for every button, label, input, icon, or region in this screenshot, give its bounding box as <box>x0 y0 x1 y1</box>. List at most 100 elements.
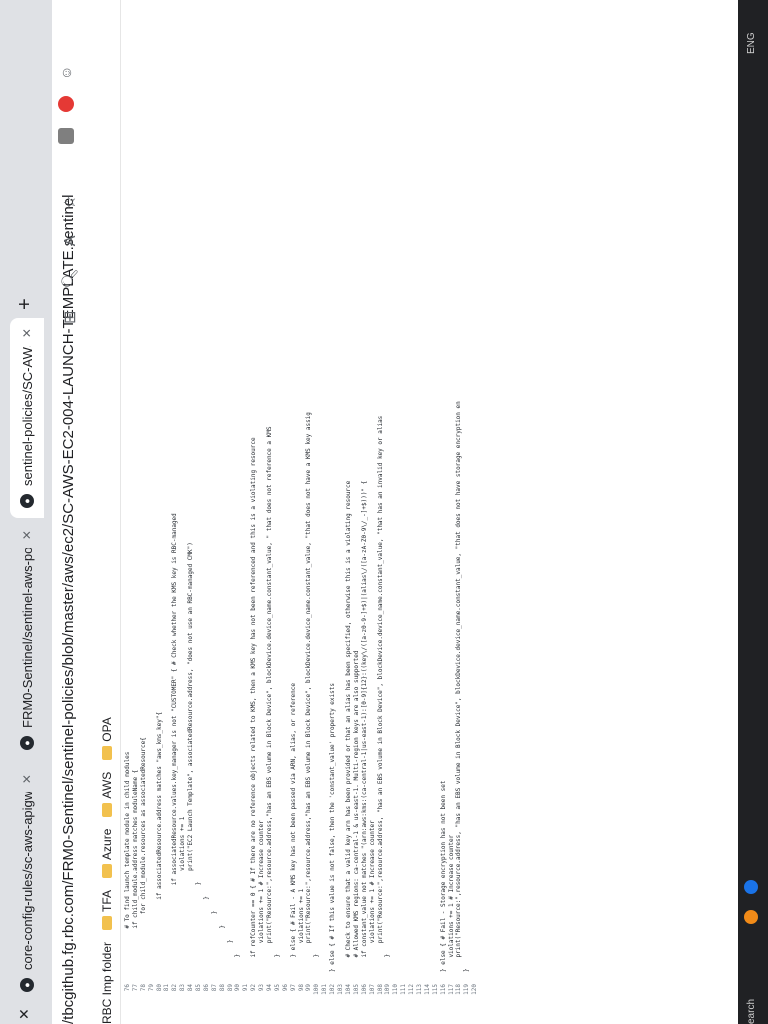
code-line: } <box>218 925 226 972</box>
line-number: 86 <box>202 984 210 992</box>
close-icon[interactable]: ✕ <box>16 1008 33 1020</box>
line-number: 93 <box>258 984 266 992</box>
code-line: print("Resource:",resource.address, "has… <box>455 401 463 972</box>
line-number: 78 <box>139 984 147 992</box>
line-number: 89 <box>226 984 234 992</box>
code-line: # Check to ensure that a valid key arn h… <box>344 480 352 972</box>
code-lines: # To find launch template module in chil… <box>124 12 479 972</box>
line-number: 79 <box>147 984 155 992</box>
code-line: violations += 1 <box>297 888 305 972</box>
line-number: 87 <box>210 984 218 992</box>
line-number: 106 <box>360 984 368 995</box>
tab-sentinel-policies[interactable]: ● sentinel-policies/SC-AWS-EC2-0 ✕ <box>10 318 44 518</box>
code-line: for child_module.resources as associated… <box>139 737 147 972</box>
tab-strip: ✕ ● core-config-rules/sc-aws-apigw ✕ ● F… <box>0 0 52 1024</box>
line-number: 102 <box>329 984 337 995</box>
code-line: if associatedResource.address matches "a… <box>155 711 163 972</box>
code-line: violations += 1 <box>179 816 187 972</box>
code-line: print("EC2 Launch Template", associatedR… <box>187 542 195 972</box>
new-tab-button[interactable]: + <box>14 298 37 310</box>
profile-icon[interactable]: ☺ <box>58 66 74 80</box>
bookmark-opa[interactable]: OPA <box>100 717 114 760</box>
address-bar: /tbcgithub.fg.rbc.com/FRM0-Sentinel/sent… <box>52 0 92 1024</box>
address-bar-actions: ⊞ 🔍︎ Aᐧ ☆ <box>60 195 80 324</box>
close-icon[interactable]: ✕ <box>20 774 34 784</box>
code-line: if refCounter == 0 { # If there are no r… <box>250 437 258 972</box>
line-number: 105 <box>352 984 360 995</box>
code-line: } <box>195 881 203 972</box>
app-icon[interactable] <box>744 910 758 924</box>
close-icon[interactable]: ✕ <box>20 328 34 338</box>
line-number: 104 <box>344 984 352 995</box>
record-icon[interactable] <box>58 96 74 112</box>
folder-icon <box>102 915 112 930</box>
taskbar-search[interactable]: earch <box>746 999 757 1024</box>
line-number: 90 <box>234 984 242 992</box>
line-number: 117 <box>447 984 455 995</box>
github-icon: ● <box>20 494 34 508</box>
line-number: 119 <box>463 984 471 995</box>
favorite-star-icon[interactable]: ☆ <box>60 195 80 209</box>
bookmark-azure[interactable]: Azure <box>100 829 114 878</box>
code-line: violations += 1 # Increase counter <box>258 820 266 972</box>
bookmark-aws[interactable]: AWS <box>100 772 114 817</box>
line-number: 84 <box>187 984 195 992</box>
line-number: 96 <box>281 984 289 992</box>
line-number: 85 <box>195 984 203 992</box>
bookmark-tfa[interactable]: TFA <box>100 890 114 930</box>
folder-icon <box>102 863 112 878</box>
code-line: } else { # Fail - A KMS key has not been… <box>289 683 297 972</box>
extension-icon[interactable] <box>58 128 74 144</box>
tab-frm0-sentinel[interactable]: ● FRM0-Sentinel/sentinel-aws-pol ✕ <box>10 520 44 760</box>
code-line: # Allowed KMS regions: ca-central-1 & us… <box>352 650 360 972</box>
code-line: if associatedResource.values.key_manager… <box>171 513 179 972</box>
line-number: 114 <box>423 984 431 995</box>
line-number: 82 <box>171 984 179 992</box>
grid-icon[interactable]: ⊞ <box>60 311 80 324</box>
code-line: } <box>234 953 242 972</box>
bookmark-label: TFA <box>100 889 114 912</box>
bookmark-label: Azure <box>100 828 114 860</box>
bookmark-label: OPA <box>100 717 114 742</box>
read-aloud-icon[interactable]: Aᐧ <box>60 232 80 247</box>
github-icon: ● <box>20 736 34 750</box>
line-number: 88 <box>218 984 226 992</box>
line-number: 91 <box>242 984 250 992</box>
line-number: 97 <box>289 984 297 992</box>
code-line: } <box>226 939 234 972</box>
tab-title: core-config-rules/sc-aws-apigw <box>19 792 35 970</box>
line-number: 77 <box>131 984 139 992</box>
line-number: 81 <box>163 984 171 992</box>
bookmarks-bar: RBC Imp folder TFA Azure AWS OPA <box>94 0 121 1024</box>
code-line: } <box>463 968 471 972</box>
browser-window: ✕ ● core-config-rules/sc-aws-apigw ✕ ● F… <box>0 0 768 1024</box>
bookmark-label: AWS <box>100 771 114 799</box>
code-line: # To find launch template module in chil… <box>124 751 131 972</box>
code-line: if child_module.address matches moduleNa… <box>131 769 139 972</box>
bookmark-rbc-imp-folder[interactable]: RBC Imp folder <box>100 942 114 1024</box>
github-icon: ● <box>20 978 34 992</box>
close-icon[interactable]: ✕ <box>20 530 34 540</box>
code-line: } <box>313 953 321 972</box>
tab-core-config[interactable]: ● core-config-rules/sc-aws-apigw ✕ <box>10 764 44 1002</box>
language-indicator[interactable]: ENG <box>746 32 757 54</box>
line-number: 116 <box>439 984 447 995</box>
line-number: 98 <box>297 984 305 992</box>
line-number: 111 <box>400 984 408 995</box>
line-number: 112 <box>408 984 416 995</box>
folder-icon <box>102 802 112 817</box>
search-icon[interactable]: 🔍︎ <box>60 268 80 288</box>
code-line: print("Resource:",resource.address, "has… <box>376 415 384 972</box>
code-line: } <box>202 896 210 972</box>
line-number: 101 <box>321 984 329 995</box>
folder-icon <box>102 745 112 760</box>
edge-icon[interactable] <box>744 880 758 894</box>
